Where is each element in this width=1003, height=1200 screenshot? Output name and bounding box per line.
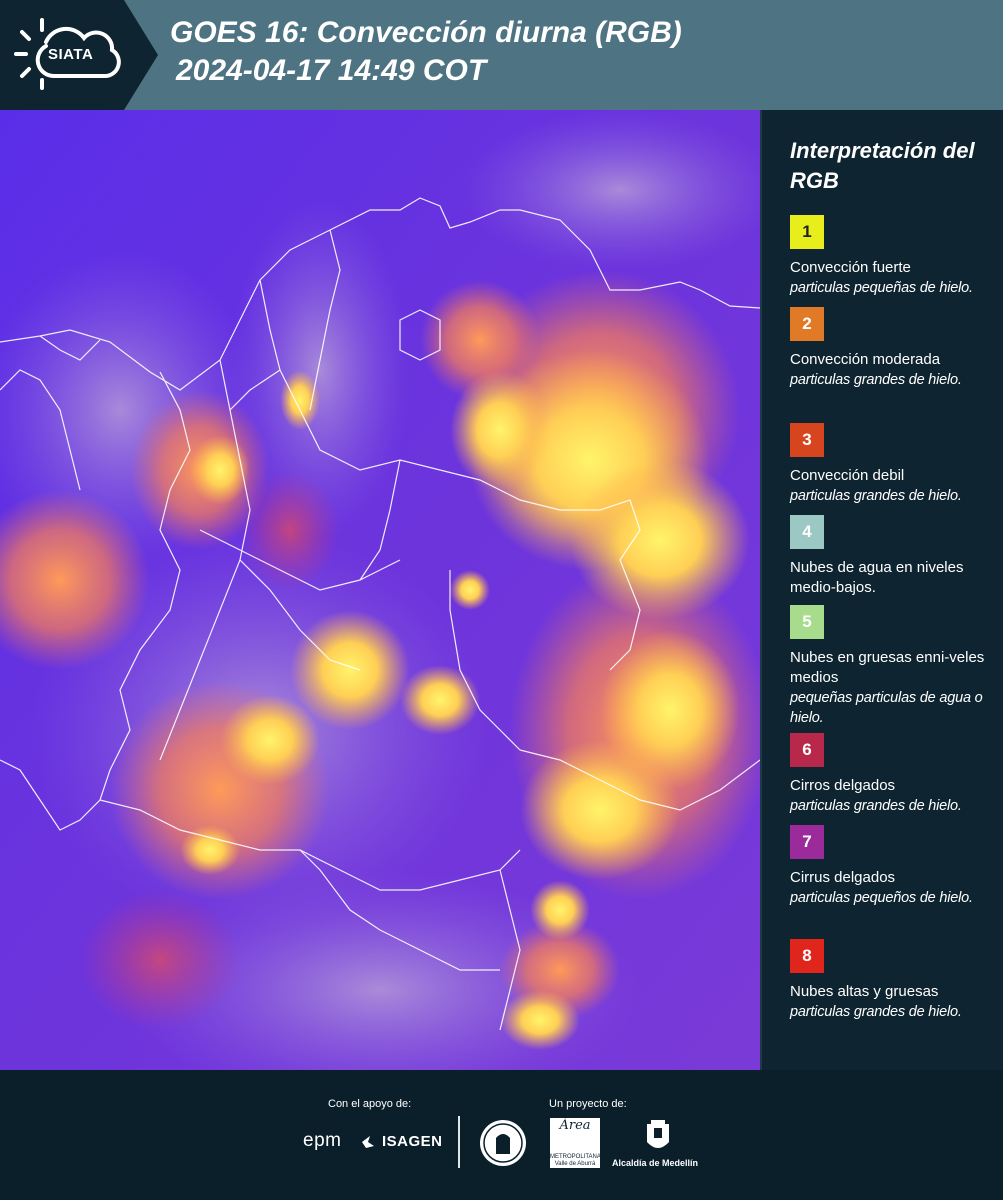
footer-divider	[458, 1116, 460, 1168]
legend-item-desc: particulas grandes de hielo.	[790, 1004, 962, 1020]
legend-item: 8 Nubes altas y gruesas particulas grandes…	[790, 939, 1000, 1022]
satellite-map[interactable]	[0, 110, 760, 1070]
legend-item: 2 Convección moderada particulas grandes d…	[790, 307, 1000, 390]
legend-swatch: 7	[790, 825, 824, 859]
epm-logo: epm	[303, 1130, 342, 1151]
legend-panel: Interpretación del RGB 1 Convección fuert…	[760, 110, 1003, 1070]
legend-swatch: 5	[790, 605, 824, 639]
legend-swatch: 8	[790, 939, 824, 973]
isagen-icon	[362, 1136, 374, 1148]
legend-item-name: Cirros delgados	[790, 777, 896, 794]
isagen-logo: ISAGEN	[382, 1133, 443, 1150]
legend-swatch: 2	[790, 307, 824, 341]
legend-item-name: Nubes altas y gruesas	[790, 983, 939, 1000]
legend-swatch: 6	[790, 733, 824, 767]
legend-title: Interpretación del RGB	[790, 138, 975, 193]
legend-item-name: Cirrus delgados	[790, 869, 896, 886]
project-label: Un proyecto de:	[549, 1098, 627, 1110]
legend-item: 5 Nubes en gruesas enni-veles medios peque…	[790, 605, 1000, 728]
legend-item-desc: particulas pequeños de hielo.	[790, 890, 973, 906]
area-logo-text: Área	[559, 1118, 591, 1133]
legend-item-desc: particulas grandes de hielo.	[790, 798, 962, 814]
legend-item: 7 Cirrus delgados particulas pequeños de h…	[790, 825, 1000, 908]
legend-item-name: Convección fuerte	[790, 259, 911, 276]
seal-icon	[480, 1120, 526, 1166]
rgb-satellite-image	[0, 110, 760, 1070]
page-title: GOES 16: Convección diurna (RGB)	[170, 16, 682, 49]
legend-item: 1 Convección fuerte particulas pequeñas de…	[790, 215, 1000, 298]
alcaldia-label: Alcaldía de Medellín	[612, 1158, 699, 1168]
legend-item: 3 Convección debil particulas grandes de h…	[790, 423, 1000, 506]
legend-item-desc: particulas grandes de hielo.	[790, 488, 962, 504]
area-metropolitana-logo: Área METROPOLITANA Valle de Aburrá	[550, 1118, 601, 1168]
timestamp-subtitle: 2024-04-17 14:49 COT	[176, 54, 487, 87]
legend-item-name: Convección moderada	[790, 351, 941, 368]
footer: Con el apoyo de: Un proyecto de: epm ISA…	[0, 1070, 1003, 1200]
legend-item-desc: pequeñas particulas de agua o hielo.	[790, 690, 983, 726]
legend-swatch: 1	[790, 215, 824, 249]
legend-item-name: Nubes de agua en niveles medio-bajos.	[790, 559, 964, 596]
siata-logo-text: SIATA	[48, 46, 94, 63]
siata-logo: SIATA	[0, 0, 158, 110]
support-label: Con el apoyo de:	[328, 1098, 412, 1110]
area-logo-sub: METROPOLITANA Valle de Aburrá	[550, 1154, 601, 1167]
legend-swatch: 4	[790, 515, 824, 549]
legend-swatch: 3	[790, 423, 824, 457]
legend-item-name: Nubes en gruesas enni-veles medios	[790, 649, 985, 686]
legend-item-desc: particulas grandes de hielo.	[790, 372, 962, 388]
coat-of-arms-icon	[647, 1120, 669, 1148]
legend-item-desc: particulas pequeñas de hielo.	[790, 280, 973, 296]
legend-item: 4 Nubes de agua en niveles medio-bajos.	[790, 515, 1000, 598]
header-bar: SIATA GOES 16: Convección diurna (RGB) 2…	[0, 0, 1003, 110]
legend-item-name: Convección debil	[790, 467, 905, 484]
legend-item: 6 Cirros delgados particulas grandes de hi…	[790, 733, 1000, 816]
